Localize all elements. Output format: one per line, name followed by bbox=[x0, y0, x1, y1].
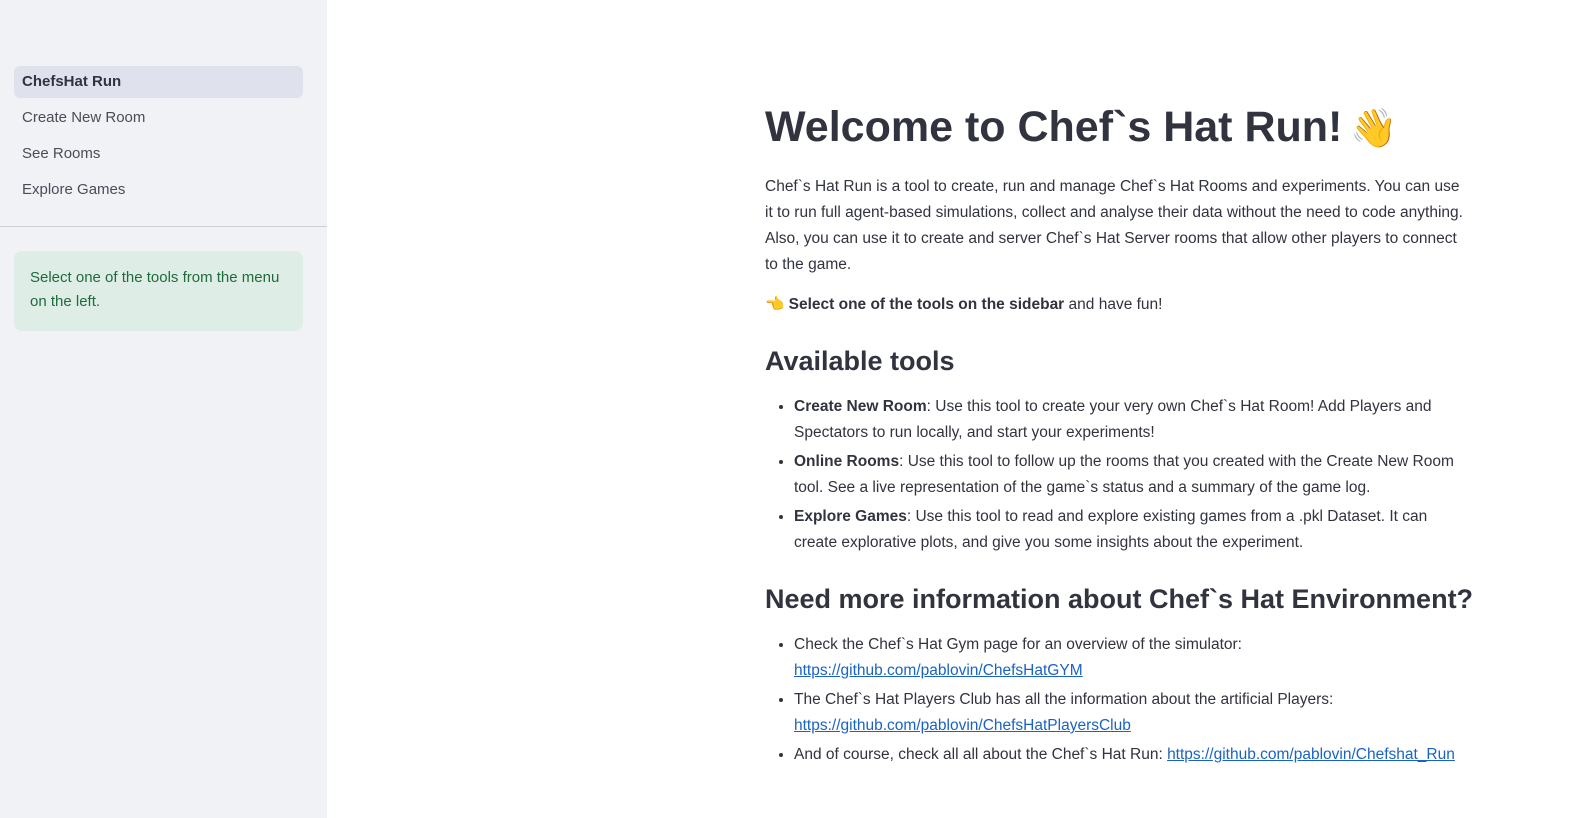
sidebar: ChefsHat Run Create New Room See Rooms E… bbox=[0, 0, 327, 818]
waving-hand-icon: 👋 bbox=[1350, 108, 1398, 150]
pointing-left-icon: 👈 bbox=[765, 296, 785, 313]
list-item: And of course, check all all about the C… bbox=[794, 742, 1465, 768]
call-to-action-rest: and have fun! bbox=[1064, 296, 1163, 313]
tool-name: Create New Room bbox=[794, 398, 927, 415]
list-item: Online Rooms: Use this tool to follow up… bbox=[794, 449, 1465, 501]
page-title-text: Welcome to Chef`s Hat Run! bbox=[765, 103, 1343, 151]
sidebar-item-create-new-room[interactable]: Create New Room bbox=[14, 102, 303, 134]
link-description: Check the Chef`s Hat Gym page for an ove… bbox=[794, 636, 1242, 653]
links-list: Check the Chef`s Hat Gym page for an ove… bbox=[765, 632, 1465, 768]
sidebar-item-explore-games[interactable]: Explore Games bbox=[14, 174, 303, 206]
tools-list: Create New Room: Use this tool to create… bbox=[765, 394, 1465, 556]
page-title: Welcome to Chef`s Hat Run! 👋 bbox=[765, 96, 1465, 160]
list-item: Create New Room: Use this tool to create… bbox=[794, 394, 1465, 446]
chefshatplayersclub-link[interactable]: https://github.com/pablovin/ChefsHatPlay… bbox=[794, 717, 1131, 734]
list-item: Check the Chef`s Hat Gym page for an ove… bbox=[794, 632, 1465, 684]
link-description: And of course, check all all about the C… bbox=[794, 746, 1168, 763]
available-tools-heading: Available tools bbox=[765, 346, 955, 376]
main-content: Welcome to Chef`s Hat Run! 👋 Chef`s Hat R… bbox=[765, 96, 1474, 771]
more-info-heading: Need more information about Chef`s Hat E… bbox=[765, 584, 1474, 614]
list-item: Explore Games: Use this tool to read and… bbox=[794, 504, 1465, 556]
call-to-action: 👈 Select one of the tools on the sidebar… bbox=[765, 292, 1465, 318]
sidebar-divider bbox=[0, 226, 327, 227]
sidebar-item-see-rooms[interactable]: See Rooms bbox=[14, 138, 303, 170]
chefshat-run-link[interactable]: https://github.com/pablovin/Chefshat_Run bbox=[1167, 746, 1455, 763]
link-description: The Chef`s Hat Players Club has all the … bbox=[794, 691, 1334, 708]
sidebar-info-box: Select one of the tools from the menu on… bbox=[14, 251, 303, 331]
sidebar-item-chefshat-run[interactable]: ChefsHat Run bbox=[14, 66, 303, 98]
intro-paragraph: Chef`s Hat Run is a tool to create, run … bbox=[765, 178, 1463, 273]
sidebar-nav: ChefsHat Run Create New Room See Rooms E… bbox=[14, 66, 303, 210]
tool-name: Explore Games bbox=[794, 508, 907, 525]
tool-name: Online Rooms bbox=[794, 453, 900, 470]
call-to-action-bold: Select one of the tools on the sidebar bbox=[788, 296, 1065, 313]
list-item: The Chef`s Hat Players Club has all the … bbox=[794, 687, 1465, 739]
chefshatgym-link[interactable]: https://github.com/pablovin/ChefsHatGYM bbox=[794, 662, 1083, 679]
